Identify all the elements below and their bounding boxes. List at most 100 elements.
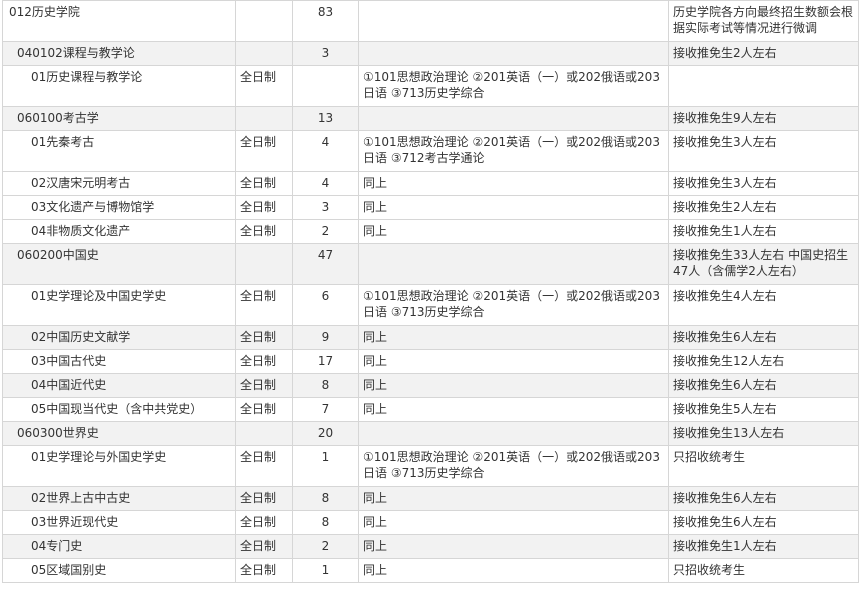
enrollment-count-cell: 3 (292, 41, 359, 66)
remarks-cell: 接收推免生6人左右 (668, 486, 859, 511)
exam-subjects-cell: 同上 (358, 558, 669, 583)
exam-subjects-cell: 同上 (358, 397, 669, 422)
study-mode-cell: 全日制 (235, 373, 293, 398)
enrollment-count-cell: 20 (292, 421, 359, 446)
table-body: 012历史学院 83 历史学院各方向最终招生数额会根据实际考试等情况进行微调 0401… (2, 0, 859, 583)
study-mode-cell: 全日制 (235, 171, 293, 196)
remarks-cell (668, 65, 859, 107)
table-row: 03文化遗产与博物馆学 全日制 3 同上 接收推免生2人左右 (2, 195, 859, 220)
study-mode-cell (235, 0, 293, 42)
remarks-cell: 接收推免生9人左右 (668, 106, 859, 131)
exam-subjects-cell: 同上 (358, 171, 669, 196)
exam-subjects-cell: ①101思想政治理论 ②201英语（一）或202俄语或203日语 ③713历史学… (358, 65, 669, 107)
study-mode-cell (235, 106, 293, 131)
enrollment-count-cell: 17 (292, 349, 359, 374)
enrollment-count-cell: 8 (292, 373, 359, 398)
table-row: 05中国现当代史（含中共党史） 全日制 7 同上 接收推免生5人左右 (2, 397, 859, 422)
study-mode-cell: 全日制 (235, 534, 293, 559)
exam-subjects-cell: 同上 (358, 349, 669, 374)
program-name-cell: 03文化遗产与博物馆学 (2, 195, 236, 220)
enrollment-count-cell: 7 (292, 397, 359, 422)
table-row: 01先秦考古 全日制 4 ①101思想政治理论 ②201英语（一）或202俄语或203… (2, 130, 859, 172)
study-mode-cell (235, 421, 293, 446)
enrollment-count-cell: 1 (292, 558, 359, 583)
program-name-cell: 05区域国别史 (2, 558, 236, 583)
study-mode-cell: 全日制 (235, 486, 293, 511)
remarks-cell: 接收推免生3人左右 (668, 171, 859, 196)
table-row: 01史学理论与外国史学史 全日制 1 ①101思想政治理论 ②201英语（一）或202… (2, 445, 859, 487)
table-row: 012历史学院 83 历史学院各方向最终招生数额会根据实际考试等情况进行微调 (2, 0, 859, 42)
program-name-cell: 03中国古代史 (2, 349, 236, 374)
enrollment-count-cell: 8 (292, 486, 359, 511)
study-mode-cell: 全日制 (235, 558, 293, 583)
enrollment-count-cell: 6 (292, 284, 359, 326)
exam-subjects-cell (358, 41, 669, 66)
study-mode-cell (235, 41, 293, 66)
table-row: 03中国古代史 全日制 17 同上 接收推免生12人左右 (2, 349, 859, 374)
table-row: 01史学理论及中国史学史 全日制 6 ①101思想政治理论 ②201英语（一）或202… (2, 284, 859, 326)
table-row: 04专门史 全日制 2 同上 接收推免生1人左右 (2, 534, 859, 559)
enrollment-count-cell: 47 (292, 243, 359, 285)
study-mode-cell: 全日制 (235, 219, 293, 244)
program-name-cell: 060200中国史 (2, 243, 236, 285)
table-row: 02中国历史文献学 全日制 9 同上 接收推免生6人左右 (2, 325, 859, 350)
remarks-cell: 接收推免生13人左右 (668, 421, 859, 446)
exam-subjects-cell: 同上 (358, 510, 669, 535)
exam-subjects-cell (358, 421, 669, 446)
table-row: 04中国近代史 全日制 8 同上 接收推免生6人左右 (2, 373, 859, 398)
table-row: 040102课程与教学论 3 接收推免生2人左右 (2, 41, 859, 66)
enrollment-count-cell (292, 65, 359, 107)
exam-subjects-cell (358, 243, 669, 285)
exam-subjects-cell: ①101思想政治理论 ②201英语（一）或202俄语或203日语 ③713历史学… (358, 284, 669, 326)
table-row: 05区域国别史 全日制 1 同上 只招收统考生 (2, 558, 859, 583)
remarks-cell: 接收推免生4人左右 (668, 284, 859, 326)
program-name-cell: 05中国现当代史（含中共党史） (2, 397, 236, 422)
remarks-cell: 接收推免生6人左右 (668, 325, 859, 350)
study-mode-cell: 全日制 (235, 397, 293, 422)
remarks-cell: 接收推免生5人左右 (668, 397, 859, 422)
admissions-table: 012历史学院 83 历史学院各方向最终招生数额会根据实际考试等情况进行微调 0401… (2, 0, 859, 583)
remarks-cell: 历史学院各方向最终招生数额会根据实际考试等情况进行微调 (668, 0, 859, 42)
program-name-cell: 01先秦考古 (2, 130, 236, 172)
study-mode-cell: 全日制 (235, 325, 293, 350)
program-name-cell: 01史学理论与外国史学史 (2, 445, 236, 487)
enrollment-count-cell: 3 (292, 195, 359, 220)
remarks-cell: 接收推免生2人左右 (668, 41, 859, 66)
table-row: 060200中国史 47 接收推免生33人左右 中国史招生47人（含儒学2人左右） (2, 243, 859, 285)
program-name-cell: 060300世界史 (2, 421, 236, 446)
enrollment-count-cell: 4 (292, 130, 359, 172)
remarks-cell: 接收推免生2人左右 (668, 195, 859, 220)
program-name-cell: 01历史课程与教学论 (2, 65, 236, 107)
study-mode-cell: 全日制 (235, 65, 293, 107)
remarks-cell: 接收推免生3人左右 (668, 130, 859, 172)
program-name-cell: 04非物质文化遗产 (2, 219, 236, 244)
table-row: 03世界近现代史 全日制 8 同上 接收推免生6人左右 (2, 510, 859, 535)
program-name-cell: 02世界上古中古史 (2, 486, 236, 511)
study-mode-cell: 全日制 (235, 284, 293, 326)
remarks-cell: 接收推免生33人左右 中国史招生47人（含儒学2人左右） (668, 243, 859, 285)
remarks-cell: 只招收统考生 (668, 558, 859, 583)
program-name-cell: 012历史学院 (2, 0, 236, 42)
enrollment-count-cell: 2 (292, 534, 359, 559)
table-row: 060300世界史 20 接收推免生13人左右 (2, 421, 859, 446)
enrollment-count-cell: 1 (292, 445, 359, 487)
study-mode-cell: 全日制 (235, 130, 293, 172)
exam-subjects-cell: 同上 (358, 219, 669, 244)
exam-subjects-cell: 同上 (358, 486, 669, 511)
enrollment-count-cell: 8 (292, 510, 359, 535)
enrollment-count-cell: 13 (292, 106, 359, 131)
study-mode-cell: 全日制 (235, 510, 293, 535)
study-mode-cell: 全日制 (235, 349, 293, 374)
table-row: 02汉唐宋元明考古 全日制 4 同上 接收推免生3人左右 (2, 171, 859, 196)
exam-subjects-cell: 同上 (358, 534, 669, 559)
remarks-cell: 接收推免生6人左右 (668, 510, 859, 535)
study-mode-cell (235, 243, 293, 285)
exam-subjects-cell: ①101思想政治理论 ②201英语（一）或202俄语或203日语 ③713历史学… (358, 445, 669, 487)
exam-subjects-cell (358, 0, 669, 42)
enrollment-count-cell: 4 (292, 171, 359, 196)
exam-subjects-cell: ①101思想政治理论 ②201英语（一）或202俄语或203日语 ③712考古学… (358, 130, 669, 172)
exam-subjects-cell: 同上 (358, 373, 669, 398)
program-name-cell: 03世界近现代史 (2, 510, 236, 535)
remarks-cell: 接收推免生12人左右 (668, 349, 859, 374)
program-name-cell: 02中国历史文献学 (2, 325, 236, 350)
